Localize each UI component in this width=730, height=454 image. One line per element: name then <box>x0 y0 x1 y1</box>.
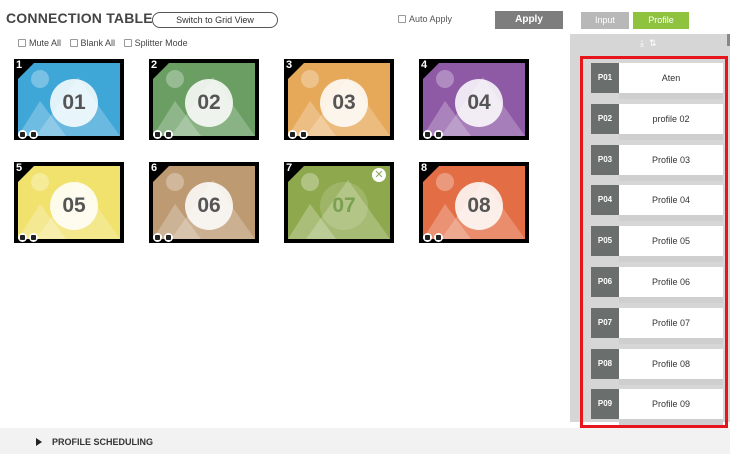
blank-all-checkbox[interactable] <box>69 39 78 47</box>
panel-index: 4 <box>421 59 428 71</box>
splitter-mode-label: Splitter Mode <box>134 38 188 48</box>
panel-label: 04 <box>455 79 503 127</box>
panel-controls <box>153 126 175 140</box>
blank-screen-icon[interactable] <box>29 130 38 139</box>
panel-index: 7 <box>286 162 293 174</box>
panel-index: 6 <box>151 162 158 174</box>
splitter-mode-option[interactable]: Splitter Mode <box>123 38 188 48</box>
blank-screen-icon[interactable] <box>299 130 308 139</box>
display-panel[interactable]: 8 08 <box>419 162 529 243</box>
blank-screen-icon[interactable] <box>434 233 443 242</box>
display-panel[interactable]: 2 02 <box>149 59 259 140</box>
display-panel[interactable]: 1 01 <box>14 59 124 140</box>
blank-screen-icon[interactable] <box>164 233 173 242</box>
expand-triangle-icon[interactable] <box>36 438 42 446</box>
profile-scheduling-label: PROFILE SCHEDULING <box>52 437 154 447</box>
mute-all-label: Mute All <box>29 38 62 48</box>
display-panel[interactable]: 3 03 <box>284 59 394 140</box>
blank-all-option[interactable]: Blank All <box>69 38 116 48</box>
panel-index: 3 <box>286 59 293 71</box>
panel-controls <box>18 126 40 140</box>
panel-index: 8 <box>421 162 428 174</box>
panel-controls <box>423 126 445 140</box>
display-panel[interactable]: 4 04 <box>419 59 529 140</box>
highlight-box <box>580 56 728 428</box>
panel-controls <box>288 126 310 140</box>
profile-scheduling-toggle[interactable]: PROFILE SCHEDULING <box>36 437 153 447</box>
display-panel[interactable]: 7 07 ✕ <box>284 162 394 243</box>
bottom-bar: PROFILE SCHEDULING <box>0 428 730 454</box>
speaker-icon[interactable] <box>423 130 432 139</box>
tab-profile[interactable]: Profile <box>633 12 689 29</box>
display-panel[interactable]: 5 05 <box>14 162 124 243</box>
sidebar-toolbar: ⤓ ⇅ <box>640 38 657 49</box>
panel-label: 02 <box>185 79 233 127</box>
panel-controls <box>18 229 40 243</box>
apply-button[interactable]: Apply <box>495 11 563 29</box>
panel-index: 5 <box>16 162 23 174</box>
top-bar: CONNECTION TABLE Switch to Grid View Aut… <box>0 0 566 34</box>
close-icon[interactable]: ✕ <box>372 168 386 182</box>
display-options: Mute All Blank All Splitter Mode <box>18 38 194 48</box>
speaker-icon[interactable] <box>153 130 162 139</box>
display-panel[interactable]: 6 06 <box>149 162 259 243</box>
panel-index: 2 <box>151 59 158 71</box>
speaker-icon[interactable] <box>288 130 297 139</box>
splitter-mode-checkbox[interactable] <box>123 39 132 47</box>
sort-icon[interactable]: ⇅ <box>649 38 657 48</box>
panel-label: 06 <box>185 182 233 230</box>
tab-input[interactable]: Input <box>581 12 629 29</box>
speaker-icon[interactable] <box>18 233 27 242</box>
panel-label: 07 <box>320 182 368 230</box>
page-title: CONNECTION TABLE <box>6 10 153 26</box>
switch-to-grid-view-button[interactable]: Switch to Grid View <box>152 12 278 28</box>
speaker-icon[interactable] <box>18 130 27 139</box>
mute-all-option[interactable]: Mute All <box>18 38 61 48</box>
blank-screen-icon[interactable] <box>434 130 443 139</box>
panel-controls <box>153 229 175 243</box>
panel-controls <box>423 229 445 243</box>
speaker-icon[interactable] <box>423 233 432 242</box>
panel-index: 1 <box>16 59 23 71</box>
panel-label: 03 <box>320 79 368 127</box>
download-icon[interactable]: ⤓ <box>640 38 644 48</box>
blank-all-label: Blank All <box>80 38 116 48</box>
blank-screen-icon[interactable] <box>29 233 38 242</box>
auto-apply-checkbox[interactable]: Auto Apply <box>398 14 452 24</box>
auto-apply-label: Auto Apply <box>409 14 453 24</box>
mute-all-checkbox[interactable] <box>18 39 26 47</box>
auto-apply-checkbox-box[interactable] <box>398 15 406 23</box>
panel-label: 08 <box>455 182 503 230</box>
speaker-icon[interactable] <box>153 233 162 242</box>
blank-screen-icon[interactable] <box>164 130 173 139</box>
panel-label: 05 <box>50 182 98 230</box>
panel-label: 01 <box>50 79 98 127</box>
